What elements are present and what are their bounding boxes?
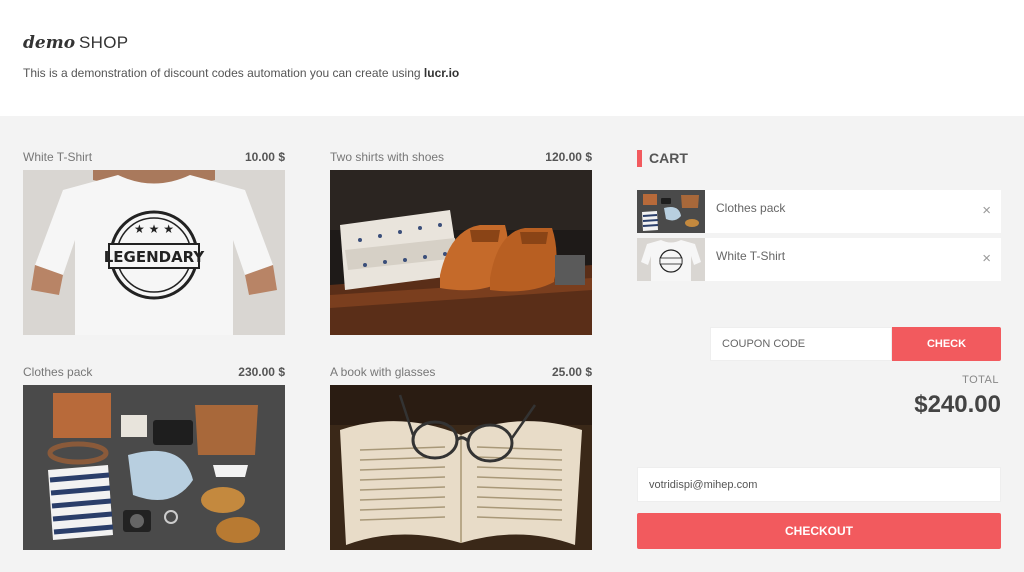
product-name: Two shirts with shoes (330, 150, 445, 164)
svg-text:LEGENDARY: LEGENDARY (104, 248, 206, 266)
total-value: $240.00 (914, 391, 1001, 418)
email-field[interactable] (637, 467, 1001, 502)
header: demo SHOP This is a demonstration of disc… (0, 0, 1024, 116)
clothes-pack-image[interactable] (23, 385, 285, 550)
checkout-button[interactable]: CHECKOUT (637, 513, 1001, 549)
product-card[interactable]: A book with glasses 25.00 $ (330, 365, 592, 550)
lucr-link[interactable]: lucr.io (424, 66, 459, 80)
product-card[interactable]: White T-Shirt 10.00 $ LEGENDARY ★ ★ ★ (23, 150, 285, 335)
remove-item-close-icon[interactable]: × (982, 202, 991, 219)
clothes-pack-thumb-icon (637, 190, 705, 233)
cart-item: Clothes pack × (637, 190, 1001, 233)
cart-item-name: White T-Shirt (716, 249, 786, 263)
product-name: White T-Shirt (23, 150, 93, 164)
product-card[interactable]: Two shirts with shoes 120.00 $ (330, 150, 592, 335)
book-with-glasses-image[interactable] (330, 385, 592, 550)
cart-item-thumbnail (637, 190, 705, 233)
product-name: Clothes pack (23, 365, 93, 379)
remove-item-close-icon[interactable]: × (982, 250, 991, 267)
product-price: 230.00 $ (238, 365, 285, 379)
coupon-code-input[interactable] (710, 327, 892, 361)
clothes-pack-flatlay-icon (23, 385, 285, 550)
total-label: TOTAL (962, 374, 999, 386)
tagline: This is a demonstration of discount code… (23, 66, 459, 80)
cart-title: CART (637, 150, 688, 167)
white-tshirt-thumb-icon (637, 238, 705, 281)
check-coupon-button[interactable]: CHECK (892, 327, 1001, 361)
product-name: A book with glasses (330, 365, 436, 379)
brand-shop: SHOP (79, 33, 129, 52)
white-tshirt-legendary-icon: LEGENDARY ★ ★ ★ (23, 170, 285, 335)
product-price: 25.00 $ (551, 365, 592, 379)
shirts-and-shoes-image[interactable] (330, 170, 592, 335)
shirts-and-shoes-icon (330, 170, 592, 335)
cart-item-thumbnail (637, 238, 705, 281)
product-price: 10.00 $ (244, 150, 285, 164)
brand-logo[interactable]: demo SHOP (23, 33, 128, 53)
cart-item: White T-Shirt × (637, 238, 1001, 281)
svg-text:★ ★ ★: ★ ★ ★ (134, 222, 174, 236)
product-card[interactable]: Clothes pack 230.00 $ (23, 365, 285, 550)
cart-item-name: Clothes pack (716, 201, 786, 215)
tagline-text: This is a demonstration of discount code… (23, 66, 424, 80)
white-tshirt-image[interactable]: LEGENDARY ★ ★ ★ (23, 170, 285, 335)
product-price: 120.00 $ (545, 150, 592, 164)
brand-demo: demo (23, 33, 76, 53)
book-with-glasses-icon (330, 385, 592, 550)
